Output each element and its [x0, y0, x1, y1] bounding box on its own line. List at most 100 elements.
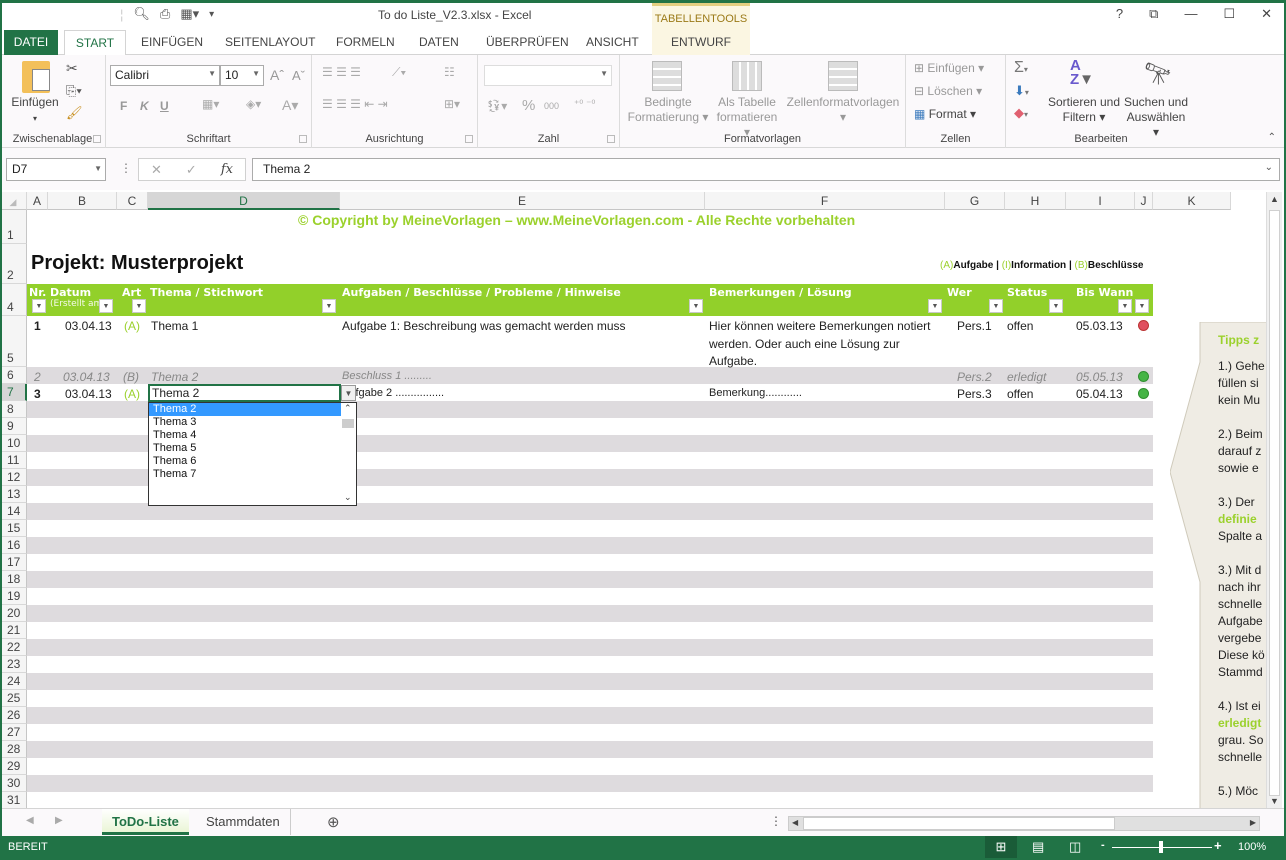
- row-header-9[interactable]: 9: [0, 418, 27, 435]
- row-header-15[interactable]: 15: [0, 520, 27, 537]
- cell-art[interactable]: (A): [124, 387, 140, 401]
- scroll-down-icon[interactable]: ▼: [1270, 796, 1279, 806]
- zoom-level[interactable]: 100%: [1238, 841, 1266, 853]
- maximize-icon[interactable]: ☐: [1223, 6, 1235, 22]
- column-header-d[interactable]: D: [148, 192, 340, 210]
- clear-icon[interactable]: ◆▾: [1014, 105, 1028, 121]
- column-header-k[interactable]: K: [1153, 192, 1231, 210]
- column-header-f[interactable]: F: [705, 192, 945, 210]
- cell-datum[interactable]: 03.04.13: [63, 370, 110, 384]
- row-header-2[interactable]: 2: [0, 244, 27, 284]
- cell-art[interactable]: (A): [124, 319, 140, 333]
- grow-font-icon[interactable]: Aˆ: [270, 67, 284, 83]
- dropdown-option[interactable]: Thema 4: [149, 429, 341, 442]
- zoom-out-icon[interactable]: -: [1101, 839, 1105, 851]
- sort-filter-button[interactable]: Sortieren und Filtern ▾: [1046, 95, 1122, 125]
- align-left-icon[interactable]: ☰ ☰ ☰ ⇤ ⇥: [322, 97, 388, 111]
- column-header-a[interactable]: A: [27, 192, 48, 210]
- filter-button-art[interactable]: ▼: [132, 299, 146, 313]
- row-header-7[interactable]: 7: [0, 384, 27, 401]
- font-color-icon[interactable]: A▾: [282, 97, 298, 114]
- tab-ueberpruefen[interactable]: ÜBERPRÜFEN: [486, 30, 569, 55]
- dropdown-scroll-thumb[interactable]: [342, 419, 354, 428]
- tab-datei[interactable]: DATEI: [4, 30, 58, 55]
- row-header-26[interactable]: 26: [0, 707, 27, 724]
- filter-button-aufgaben[interactable]: ▼: [689, 299, 703, 313]
- orientation-icon[interactable]: ⟋▾: [392, 65, 406, 80]
- close-icon[interactable]: ✕: [1261, 6, 1272, 22]
- cell-nr[interactable]: 1: [34, 319, 41, 333]
- column-header-h[interactable]: H: [1005, 192, 1066, 210]
- cell-thema[interactable]: Thema 2: [151, 370, 198, 384]
- zoom-in-icon[interactable]: +: [1214, 838, 1222, 853]
- cell-wer[interactable]: Pers.3: [957, 387, 992, 401]
- filter-button-nr[interactable]: ▼: [32, 299, 46, 313]
- row-header-30[interactable]: 30: [0, 775, 27, 792]
- paste-button[interactable]: Einfügen ▾: [10, 95, 60, 126]
- row-header-28[interactable]: 28: [0, 741, 27, 758]
- select-all-corner[interactable]: ◢: [0, 192, 27, 210]
- cell-status[interactable]: erledigt: [1007, 370, 1046, 384]
- active-cell-d7[interactable]: Thema 2: [148, 384, 341, 402]
- dialog-launcher-icon[interactable]: [465, 135, 473, 143]
- next-sheet-icon[interactable]: ▶: [55, 815, 63, 826]
- sheet-tab-stammdaten[interactable]: Stammdaten: [196, 809, 291, 835]
- cut-icon[interactable]: ✂: [66, 60, 78, 77]
- scroll-up-icon[interactable]: ⌃: [344, 403, 352, 414]
- cell-wer[interactable]: Pers.2: [957, 370, 992, 384]
- font-size-select[interactable]: 10 ▼: [220, 65, 264, 86]
- insert-function-icon[interactable]: fx: [221, 162, 233, 177]
- cell-thema[interactable]: Thema 1: [151, 319, 198, 333]
- dropdown-option[interactable]: Thema 2: [149, 403, 341, 416]
- expand-formula-icon[interactable]: ⌄: [1265, 162, 1273, 173]
- wrap-text-icon[interactable]: ☷: [444, 65, 455, 79]
- zoom-slider[interactable]: [1112, 841, 1212, 853]
- page-layout-view-icon[interactable]: ▤: [1032, 839, 1044, 855]
- sheet-tab-todo-liste[interactable]: ToDo-Liste: [102, 809, 189, 835]
- vertical-scrollbar[interactable]: ▲ ▼: [1266, 192, 1282, 808]
- cell-datum[interactable]: 03.04.13: [65, 319, 112, 333]
- row-header-16[interactable]: 16: [0, 537, 27, 554]
- format-painter-icon[interactable]: 🖌︎: [66, 105, 83, 121]
- column-header-g[interactable]: G: [945, 192, 1005, 210]
- format-cells-button[interactable]: ▦ Format ▾: [914, 107, 976, 122]
- format-painter-qat-icon[interactable]: ▦▾: [180, 6, 199, 22]
- row-header-20[interactable]: 20: [0, 605, 27, 622]
- dialog-launcher-icon[interactable]: [93, 135, 101, 143]
- cell-bis-wann[interactable]: 05.04.13: [1076, 387, 1123, 401]
- enter-icon[interactable]: ✓: [186, 162, 197, 178]
- print-preview-icon[interactable]: 🔍︎: [133, 6, 150, 22]
- row-header-21[interactable]: 21: [0, 622, 27, 639]
- tab-split-grip-icon[interactable]: ⋮: [770, 814, 782, 828]
- dialog-launcher-icon[interactable]: [607, 135, 615, 143]
- row-header-1[interactable]: 1: [0, 210, 27, 244]
- row-header-5[interactable]: 5: [0, 316, 27, 367]
- underline-button[interactable]: U: [160, 99, 169, 113]
- scroll-up-icon[interactable]: ▲: [1270, 194, 1279, 204]
- tab-daten[interactable]: DATEN: [419, 30, 459, 55]
- vertical-scroll-thumb[interactable]: [1269, 210, 1280, 796]
- filter-button-bemerkungen[interactable]: ▼: [928, 299, 942, 313]
- dropdown-scrollbar[interactable]: ⌃ ⌄: [341, 403, 356, 505]
- dialog-launcher-icon[interactable]: [299, 135, 307, 143]
- column-header-j[interactable]: J: [1135, 192, 1153, 210]
- add-sheet-icon[interactable]: ⊕: [327, 813, 340, 831]
- scroll-right-icon[interactable]: ▶: [1250, 818, 1256, 827]
- row-header-4[interactable]: 4: [0, 284, 27, 316]
- row-header-27[interactable]: 27: [0, 724, 27, 741]
- percent-button[interactable]: %: [522, 97, 535, 114]
- fill-icon[interactable]: ⬇▾: [1014, 83, 1029, 99]
- accounting-format-icon[interactable]: 💱︎▾: [486, 99, 507, 113]
- ribbon-display-icon[interactable]: ⧉: [1149, 6, 1158, 22]
- filter-button-bis-wann[interactable]: ▼: [1118, 299, 1132, 313]
- thousands-button[interactable]: 000: [544, 101, 559, 111]
- row-header-6[interactable]: 6: [0, 367, 27, 384]
- row-header-31[interactable]: 31: [0, 792, 27, 808]
- insert-cells-button[interactable]: ⊞ Einfügen ▾: [914, 61, 984, 76]
- shrink-font-icon[interactable]: Aˇ: [292, 68, 305, 83]
- minimize-icon[interactable]: —: [1184, 6, 1197, 22]
- column-header-b[interactable]: B: [48, 192, 117, 210]
- row-header-22[interactable]: 22: [0, 639, 27, 656]
- dropdown-option[interactable]: Thema 7: [149, 468, 341, 481]
- tab-formeln[interactable]: FORMELN: [336, 30, 395, 55]
